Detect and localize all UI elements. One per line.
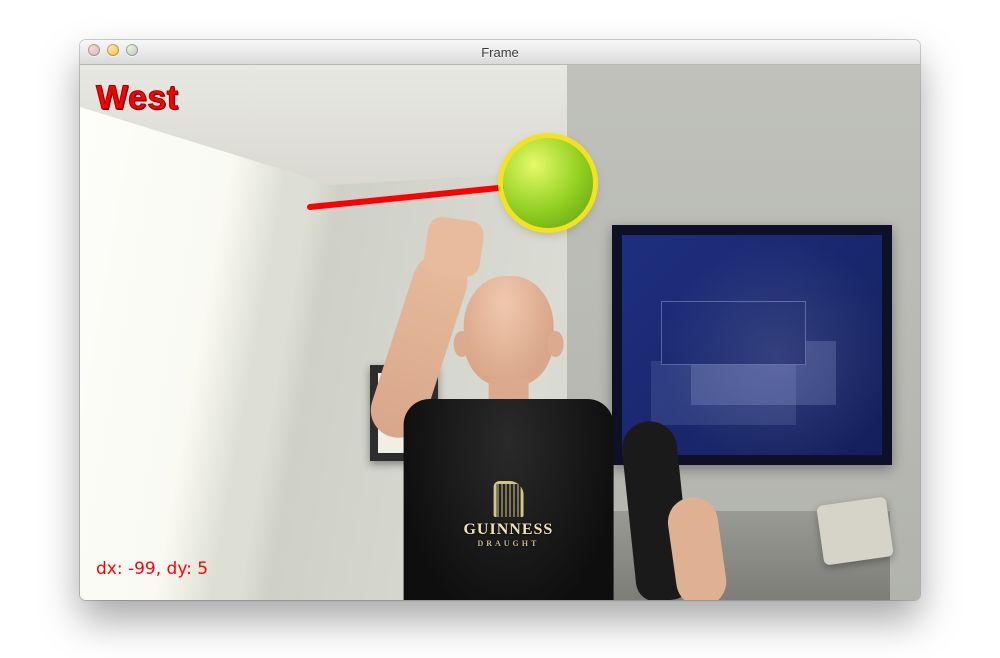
tshirt-logo: GUINNESS DRAUGHT: [453, 481, 563, 548]
traffic-lights: [88, 44, 138, 56]
app-stage: Frame: [0, 0, 1000, 658]
zoom-icon[interactable]: [126, 44, 138, 56]
hud-direction-label: West: [96, 79, 179, 118]
tshirt-subline: DRAUGHT: [453, 539, 563, 548]
tshirt-brand: GUINNESS: [463, 521, 553, 538]
minimize-icon[interactable]: [107, 44, 119, 56]
person-head: [463, 276, 553, 386]
hud-delta-readout: dx: -99, dy: 5: [96, 559, 208, 579]
scene-person: GUINNESS DRAUGHT: [380, 181, 660, 600]
close-icon[interactable]: [88, 44, 100, 56]
video-frame: GUINNESS DRAUGHT West dx: -99, dy: 5: [80, 65, 920, 600]
harp-icon: [493, 481, 523, 517]
person-ear-right: [547, 331, 563, 357]
person-ear-left: [453, 331, 469, 357]
window-titlebar[interactable]: Frame: [80, 40, 920, 65]
scene-cushion: [816, 496, 894, 565]
window-title: Frame: [481, 45, 519, 60]
video-window: Frame: [80, 40, 920, 600]
tracked-ball: [503, 138, 593, 228]
